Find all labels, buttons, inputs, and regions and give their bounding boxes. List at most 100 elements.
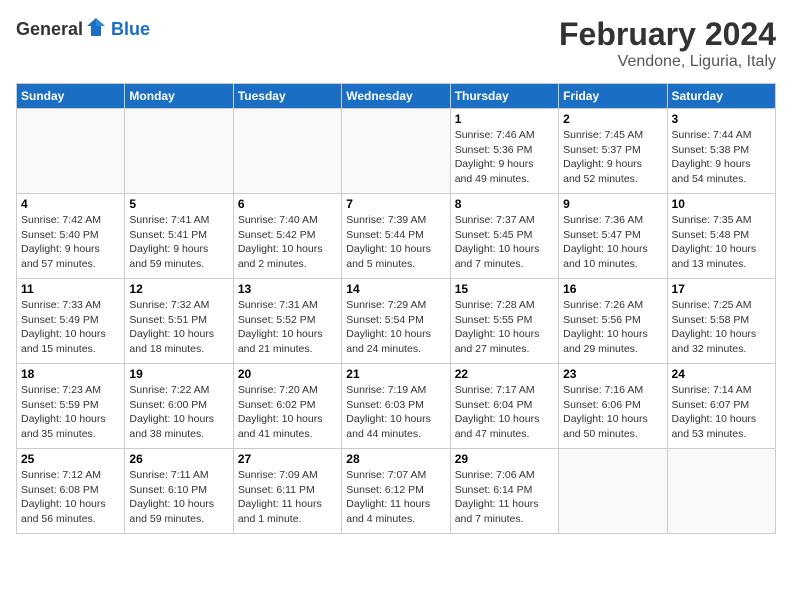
day-number: 3 [672,112,771,126]
day-number: 25 [21,452,120,466]
day-info: Sunrise: 7:36 AMSunset: 5:47 PMDaylight:… [563,213,662,272]
day-info: Sunrise: 7:06 AMSunset: 6:14 PMDaylight:… [455,468,554,527]
logo: General Blue [16,16,150,43]
calendar-cell: 3 Sunrise: 7:44 AMSunset: 5:38 PMDaylight… [667,109,775,194]
calendar-table: SundayMondayTuesdayWednesdayThursdayFrid… [16,83,776,534]
calendar-cell: 8 Sunrise: 7:37 AMSunset: 5:45 PMDaylight… [450,194,558,279]
calendar-cell: 16Sunrise: 7:26 AMSunset: 5:56 PMDayligh… [559,279,667,364]
weekday-header-friday: Friday [559,84,667,109]
calendar-cell: 29Sunrise: 7:06 AMSunset: 6:14 PMDayligh… [450,449,558,534]
day-number: 21 [346,367,445,381]
day-info: Sunrise: 7:44 AMSunset: 5:38 PMDaylight:… [672,128,771,187]
day-number: 7 [346,197,445,211]
calendar-week-1: 1 Sunrise: 7:46 AMSunset: 5:36 PMDaylight… [17,109,776,194]
weekday-header-wednesday: Wednesday [342,84,450,109]
day-number: 14 [346,282,445,296]
calendar-week-4: 18 Sunrise: 7:23 AMSunset: 5:59 PMDayligh… [17,364,776,449]
calendar-cell: 15Sunrise: 7:28 AMSunset: 5:55 PMDayligh… [450,279,558,364]
calendar-cell: 1 Sunrise: 7:46 AMSunset: 5:36 PMDaylight… [450,109,558,194]
day-info: Sunrise: 7:46 AMSunset: 5:36 PMDaylight:… [455,128,554,187]
calendar-cell: 21 Sunrise: 7:19 AMSunset: 6:03 PMDayligh… [342,364,450,449]
calendar-cell [667,449,775,534]
calendar-cell [342,109,450,194]
day-info: Sunrise: 7:32 AMSunset: 5:51 PMDaylight:… [129,298,228,357]
day-number: 17 [672,282,771,296]
day-info: Sunrise: 7:14 AMSunset: 6:07 PMDaylight:… [672,383,771,442]
day-info: Sunrise: 7:31 AMSunset: 5:52 PMDaylight:… [238,298,337,357]
calendar-cell: 22 Sunrise: 7:17 AMSunset: 6:04 PMDayligh… [450,364,558,449]
day-number: 6 [238,197,337,211]
day-number: 1 [455,112,554,126]
logo-general: General [16,19,83,40]
day-info: Sunrise: 7:25 AMSunset: 5:58 PMDaylight:… [672,298,771,357]
day-number: 18 [21,367,120,381]
location-subtitle: Vendone, Liguria, Italy [559,53,776,71]
calendar-cell: 11 Sunrise: 7:33 AMSunset: 5:49 PMDayligh… [17,279,125,364]
calendar-cell: 2 Sunrise: 7:45 AMSunset: 5:37 PMDaylight… [559,109,667,194]
day-number: 11 [21,282,120,296]
day-number: 26 [129,452,228,466]
weekday-header-saturday: Saturday [667,84,775,109]
calendar-cell [559,449,667,534]
day-info: Sunrise: 7:42 AMSunset: 5:40 PMDaylight:… [21,213,120,272]
calendar-cell: 25Sunrise: 7:12 AMSunset: 6:08 PMDayligh… [17,449,125,534]
day-number: 4 [21,197,120,211]
weekday-header-monday: Monday [125,84,233,109]
day-number: 19 [129,367,228,381]
day-number: 15 [455,282,554,296]
day-info: Sunrise: 7:22 AMSunset: 6:00 PMDaylight:… [129,383,228,442]
day-number: 13 [238,282,337,296]
day-info: Sunrise: 7:19 AMSunset: 6:03 PMDaylight:… [346,383,445,442]
calendar-cell: 10Sunrise: 7:35 AMSunset: 5:48 PMDayligh… [667,194,775,279]
month-title: February 2024 [559,16,776,53]
day-number: 22 [455,367,554,381]
calendar-cell: 27 Sunrise: 7:09 AMSunset: 6:11 PMDayligh… [233,449,341,534]
calendar-cell [125,109,233,194]
day-number: 28 [346,452,445,466]
calendar-cell: 26Sunrise: 7:11 AMSunset: 6:10 PMDayligh… [125,449,233,534]
day-info: Sunrise: 7:39 AMSunset: 5:44 PMDaylight:… [346,213,445,272]
day-info: Sunrise: 7:33 AMSunset: 5:49 PMDaylight:… [21,298,120,357]
day-info: Sunrise: 7:29 AMSunset: 5:54 PMDaylight:… [346,298,445,357]
calendar-cell: 6Sunrise: 7:40 AMSunset: 5:42 PMDaylight… [233,194,341,279]
day-number: 10 [672,197,771,211]
day-info: Sunrise: 7:37 AMSunset: 5:45 PMDaylight:… [455,213,554,272]
day-info: Sunrise: 7:23 AMSunset: 5:59 PMDaylight:… [21,383,120,442]
title-block: February 2024 Vendone, Liguria, Italy [559,16,776,71]
calendar-cell: 17 Sunrise: 7:25 AMSunset: 5:58 PMDayligh… [667,279,775,364]
day-info: Sunrise: 7:17 AMSunset: 6:04 PMDaylight:… [455,383,554,442]
calendar-cell: 24 Sunrise: 7:14 AMSunset: 6:07 PMDayligh… [667,364,775,449]
calendar-cell [17,109,125,194]
day-info: Sunrise: 7:41 AMSunset: 5:41 PMDaylight:… [129,213,228,272]
weekday-header-sunday: Sunday [17,84,125,109]
logo-icon [85,16,107,43]
calendar-cell: 28 Sunrise: 7:07 AMSunset: 6:12 PMDayligh… [342,449,450,534]
day-number: 2 [563,112,662,126]
calendar-cell: 18 Sunrise: 7:23 AMSunset: 5:59 PMDayligh… [17,364,125,449]
day-info: Sunrise: 7:26 AMSunset: 5:56 PMDaylight:… [563,298,662,357]
calendar-cell: 20 Sunrise: 7:20 AMSunset: 6:02 PMDayligh… [233,364,341,449]
day-info: Sunrise: 7:16 AMSunset: 6:06 PMDaylight:… [563,383,662,442]
day-number: 8 [455,197,554,211]
day-info: Sunrise: 7:20 AMSunset: 6:02 PMDaylight:… [238,383,337,442]
weekday-header-thursday: Thursday [450,84,558,109]
calendar-cell: 9 Sunrise: 7:36 AMSunset: 5:47 PMDaylight… [559,194,667,279]
day-info: Sunrise: 7:09 AMSunset: 6:11 PMDaylight:… [238,468,337,527]
calendar-cell: 14 Sunrise: 7:29 AMSunset: 5:54 PMDayligh… [342,279,450,364]
day-number: 23 [563,367,662,381]
day-number: 12 [129,282,228,296]
calendar-week-5: 25Sunrise: 7:12 AMSunset: 6:08 PMDayligh… [17,449,776,534]
day-number: 27 [238,452,337,466]
calendar-week-2: 4 Sunrise: 7:42 AMSunset: 5:40 PMDaylight… [17,194,776,279]
day-number: 20 [238,367,337,381]
day-info: Sunrise: 7:45 AMSunset: 5:37 PMDaylight:… [563,128,662,187]
day-number: 9 [563,197,662,211]
calendar-cell: 4 Sunrise: 7:42 AMSunset: 5:40 PMDaylight… [17,194,125,279]
weekday-header-row: SundayMondayTuesdayWednesdayThursdayFrid… [17,84,776,109]
calendar-cell: 12 Sunrise: 7:32 AMSunset: 5:51 PMDayligh… [125,279,233,364]
day-number: 24 [672,367,771,381]
calendar-week-3: 11 Sunrise: 7:33 AMSunset: 5:49 PMDayligh… [17,279,776,364]
day-info: Sunrise: 7:07 AMSunset: 6:12 PMDaylight:… [346,468,445,527]
calendar-cell: 7 Sunrise: 7:39 AMSunset: 5:44 PMDaylight… [342,194,450,279]
day-number: 5 [129,197,228,211]
